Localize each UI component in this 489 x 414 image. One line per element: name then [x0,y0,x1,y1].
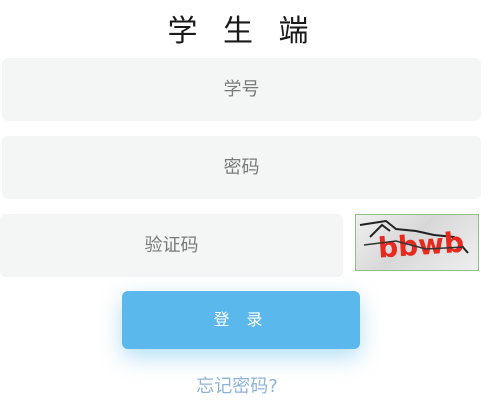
student-id-input[interactable] [2,58,481,121]
page-title: 学 生 端 [167,14,317,49]
captcha-input[interactable] [0,214,343,277]
login-button[interactable]: 登 录 [122,291,360,349]
captcha-text: bbwb [377,226,465,265]
forgot-password-link[interactable]: 忘记密码? [0,372,474,398]
password-input[interactable] [2,136,481,199]
login-page: 学 生 端 bbwb 登 录 忘记密码? [0,0,489,414]
captcha-image[interactable]: bbwb [355,214,479,271]
captcha-graphic: bbwb [359,219,469,265]
